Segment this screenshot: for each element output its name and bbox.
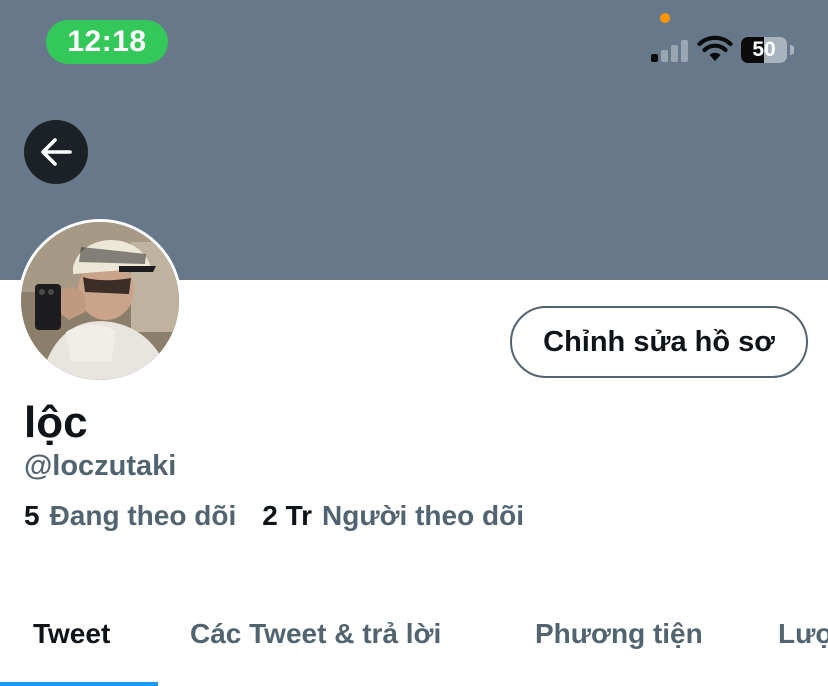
- user-handle: @loczutaki: [24, 450, 177, 482]
- avatar[interactable]: [18, 219, 182, 383]
- followers-count: 2 Tr: [262, 500, 313, 531]
- active-tab-indicator: [0, 682, 158, 686]
- tab-tweets-and-replies[interactable]: Các Tweet & trả lời: [190, 618, 441, 650]
- followers-link[interactable]: 2 Tr Người theo dõi: [262, 500, 524, 532]
- tab-tweet[interactable]: Tweet: [33, 618, 110, 650]
- privacy-indicator-dot: [660, 13, 670, 23]
- following-label: Đang theo dõi: [49, 500, 237, 531]
- tab-media[interactable]: Phương tiện: [535, 618, 703, 650]
- tab-likes[interactable]: Lượt thích: [778, 618, 828, 650]
- following-link[interactable]: 5 Đang theo dõi: [24, 500, 236, 532]
- followers-label: Người theo dõi: [322, 500, 524, 531]
- arrow-left-icon: [41, 138, 72, 166]
- back-button[interactable]: [24, 120, 88, 184]
- battery-percentage: 50: [752, 38, 776, 61]
- following-count: 5: [24, 500, 40, 531]
- profile-tabs: Tweet Các Tweet & trả lời Phương tiện Lư…: [0, 600, 828, 686]
- cellular-signal-icon: [651, 38, 691, 62]
- status-time: 12:18: [46, 20, 168, 64]
- display-name: lộc: [24, 398, 88, 447]
- wifi-icon: [697, 34, 733, 62]
- battery-icon: 50: [741, 37, 794, 63]
- follow-stats: 5 Đang theo dõi 2 Tr Người theo dõi: [24, 500, 524, 536]
- edit-profile-button[interactable]: Chỉnh sửa hồ sơ: [510, 306, 808, 378]
